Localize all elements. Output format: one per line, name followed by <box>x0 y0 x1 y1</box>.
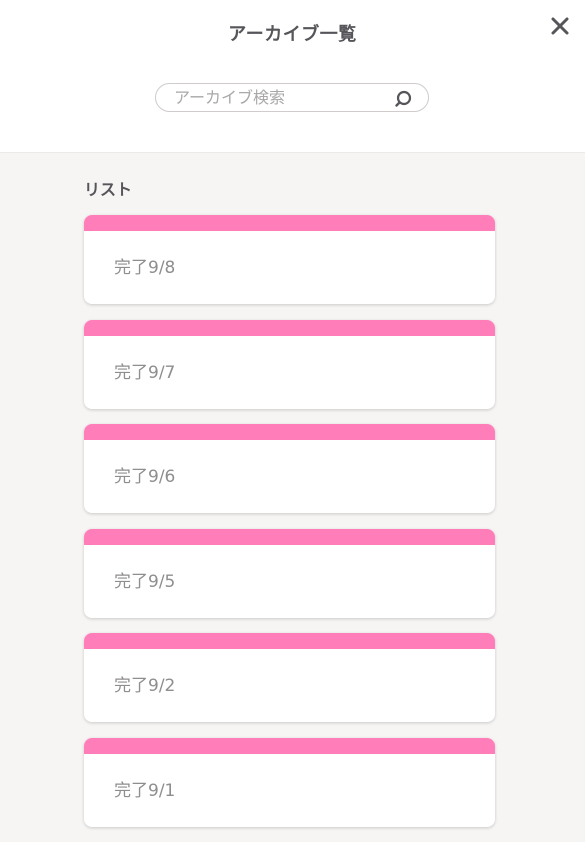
page-title: アーカイブ一覧 <box>228 24 357 45</box>
list-item-label: 完了9/8 <box>114 258 176 278</box>
search-input[interactable] <box>174 86 384 109</box>
list-item[interactable]: 完了9/8 <box>84 215 495 304</box>
list-item-label: 完了9/1 <box>114 780 176 801</box>
card-accent-band <box>84 633 495 649</box>
close-button[interactable] <box>546 13 574 41</box>
search-icon[interactable] <box>394 89 414 109</box>
header: アーカイブ一覧 <box>0 0 585 153</box>
list-item[interactable]: 完了9/2 <box>84 633 495 722</box>
list-item[interactable]: 完了9/5 <box>84 528 495 618</box>
card-accent-band <box>84 424 495 440</box>
close-icon[interactable] <box>546 13 574 41</box>
search-bar[interactable] <box>155 83 429 112</box>
list-heading: リスト <box>84 180 133 199</box>
list-item-label: 完了9/7 <box>114 362 176 383</box>
list-item-label: 完了9/6 <box>114 467 176 487</box>
list-item[interactable]: 完了9/1 <box>84 737 495 827</box>
card-accent-band <box>84 319 495 336</box>
list-item-label: 完了9/5 <box>114 571 176 592</box>
card-accent-band <box>84 737 495 754</box>
list-item-label: 完了9/2 <box>114 676 176 696</box>
card-accent-band <box>84 528 495 545</box>
list-item[interactable]: 完了9/7 <box>84 319 495 409</box>
archive-list: リスト 完了9/8 完了9/7 完了9/6 完了9/5 完了9/2 完了9/1 <box>84 178 496 842</box>
list-item[interactable]: 完了9/6 <box>84 424 495 513</box>
card-accent-band <box>84 215 495 231</box>
